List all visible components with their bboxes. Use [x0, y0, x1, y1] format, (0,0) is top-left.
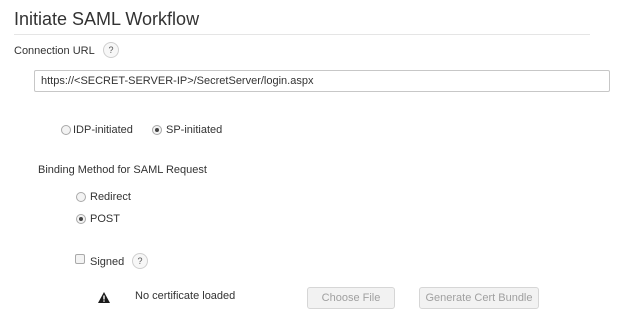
certificate-status-text: No certificate loaded [135, 290, 236, 302]
generate-cert-bundle-button[interactable]: Generate Cert Bundle [419, 287, 539, 309]
post-label: POST [90, 213, 120, 225]
page-title: Initiate SAML Workflow [14, 9, 200, 29]
post-radio[interactable] [76, 214, 86, 224]
redirect-radio[interactable] [76, 192, 86, 202]
idp-initiated-label: IDP-initiated [73, 124, 133, 136]
signed-help-icon[interactable]: ? [132, 253, 148, 269]
idp-initiated-radio[interactable] [61, 125, 71, 135]
connection-url-help-icon[interactable]: ? [103, 42, 119, 58]
signed-label: Signed [90, 256, 125, 268]
sp-initiated-label: SP-initiated [166, 124, 223, 136]
sp-initiated-radio[interactable] [152, 125, 162, 135]
warning-icon [98, 290, 110, 303]
title-divider [14, 34, 590, 35]
binding-method-label: Binding Method for SAML Request [38, 164, 207, 176]
choose-file-button[interactable]: Choose File [307, 287, 395, 309]
redirect-label: Redirect [90, 191, 131, 203]
connection-url-label: Connection URL [14, 45, 95, 57]
connection-url-input[interactable] [34, 70, 610, 92]
signed-checkbox[interactable] [75, 254, 85, 264]
